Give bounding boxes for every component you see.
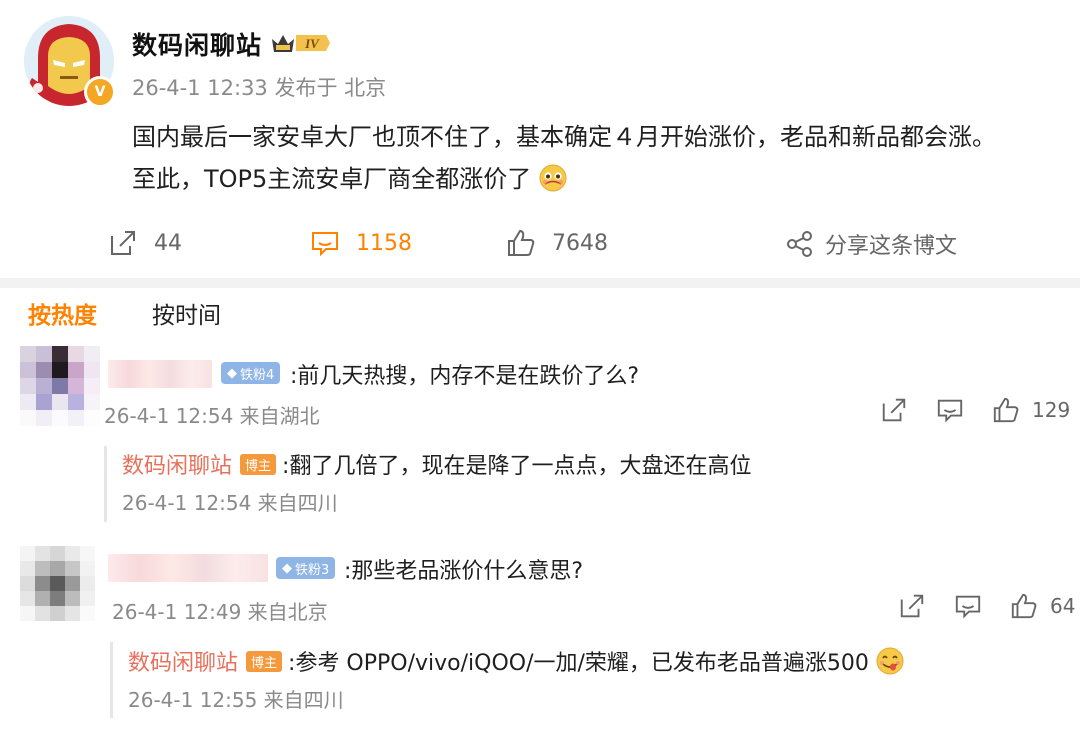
reply-meta: 26-4-1 12:55 来自四川 (128, 688, 344, 712)
thumbs-up-icon (993, 397, 1019, 423)
reply-thread-bar (110, 642, 113, 718)
repost-icon[interactable] (898, 592, 926, 620)
thumbs-up-icon (1011, 593, 1037, 619)
reply-icon[interactable] (936, 396, 964, 424)
tab-by-time[interactable]: 按时间 (152, 296, 221, 330)
repost-icon (111, 231, 135, 255)
reply-thread-bar (104, 446, 107, 522)
like-count: 7648 (552, 230, 608, 256)
author-badge: 博主 (240, 454, 277, 475)
section-divider (0, 278, 1080, 288)
author-badge: 博主 (246, 651, 283, 672)
comment-meta: 26-4-1 12:54 来自湖北 (104, 404, 320, 428)
post-text: 国内最后一家安卓大厂也顶不住了，基本确定４月开始涨价，老品和新品都会涨。 至此，… (132, 116, 1062, 200)
pleading-face-emoji-icon (539, 164, 567, 192)
comment-actions: 129 (880, 396, 1070, 424)
comment-button[interactable]: 1158 (310, 228, 412, 258)
post-username[interactable]: 数码闲聊站 (132, 26, 262, 62)
post-text-line-1: 国内最后一家安卓大厂也顶不住了，基本确定４月开始涨价，老品和新品都会涨。 (132, 123, 996, 151)
commenter-name-blurred[interactable] (108, 360, 212, 388)
comment-icon (312, 232, 338, 257)
post-meta: 26-4-1 12:33 发布于 北京 (132, 76, 387, 100)
fan-badge: ◆ 铁粉3 (276, 557, 336, 579)
comment-count: 1158 (356, 230, 412, 256)
commenter-avatar-blurred[interactable] (20, 346, 100, 426)
repost-button[interactable]: 44 (108, 228, 182, 258)
crown-level-icon: IV (272, 35, 330, 52)
comment-actions: 64 (898, 592, 1075, 620)
verified-badge: V (84, 76, 116, 108)
comment-like-count: 64 (1050, 594, 1076, 618)
avatar[interactable]: V (24, 16, 116, 108)
reply-meta: 26-4-1 12:54 来自四川 (122, 491, 338, 515)
commenter-avatar-blurred[interactable] (20, 546, 95, 621)
commenter-name-blurred[interactable] (108, 554, 268, 582)
comment-like-count: 129 (1032, 398, 1071, 422)
comment-like-button[interactable]: 129 (992, 396, 1070, 424)
fan-badge: ◆ 铁粉4 (221, 362, 281, 384)
reply-line: 数码闲聊站 博主:参考 OPPO/vivo/iQOO/一加/荣耀，已发布老品普遍涨… (128, 645, 904, 677)
reply-author-name[interactable]: 数码闲聊站 (122, 454, 232, 479)
reply-text: :参考 OPPO/vivo/iQOO/一加/荣耀，已发布老品普遍涨500 (288, 651, 869, 676)
reply-author-name[interactable]: 数码闲聊站 (128, 651, 238, 676)
thumbs-up-icon (508, 229, 535, 256)
post-text-line-2: 至此，TOP5主流安卓厂商全都涨价了 (132, 158, 1062, 200)
comment-text: :那些老品涨价什么意思? (344, 559, 584, 584)
comment-meta: 26-4-1 12:49 来自北京 (112, 600, 328, 624)
diamond-icon: ◆ (227, 365, 237, 381)
reply-text: :翻了几倍了，现在是降了一点点，大盘还在高位 (282, 454, 752, 479)
diamond-icon: ◆ (282, 560, 292, 576)
comment-like-button[interactable]: 64 (1010, 592, 1075, 620)
reply-line: 数码闲聊站 博主:翻了几倍了，现在是降了一点点，大盘还在高位 (122, 448, 751, 480)
like-button[interactable]: 7648 (506, 228, 608, 258)
share-button[interactable]: 分享这条博文 (785, 228, 957, 260)
comment-text: :前几天热搜，内存不是在跌价了么? (290, 364, 640, 389)
reply-icon[interactable] (954, 592, 982, 620)
share-label: 分享这条博文 (825, 234, 958, 259)
level-label: IV (304, 36, 320, 51)
tab-by-hot[interactable]: 按热度 (28, 296, 97, 330)
repost-count: 44 (154, 230, 182, 256)
repost-icon[interactable] (880, 396, 908, 424)
share-icon (787, 231, 812, 257)
yum-face-emoji-icon (876, 647, 904, 675)
